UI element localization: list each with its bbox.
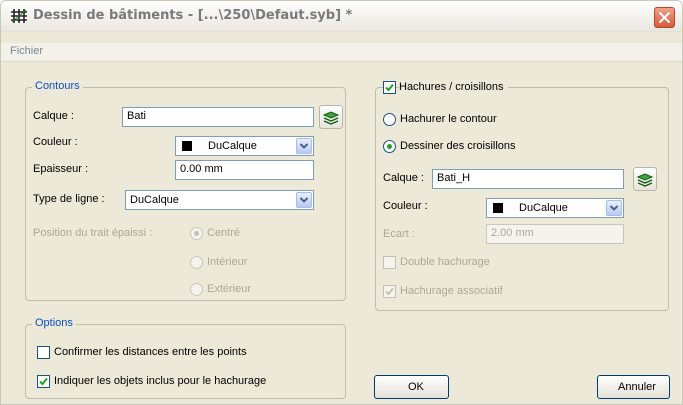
position-centre-label: Centré bbox=[207, 227, 241, 239]
hachurage-associatif-label: Hachurage associatif bbox=[400, 285, 503, 297]
indiquer-objets-checkbox[interactable] bbox=[37, 375, 50, 388]
menu-bar: Fichier bbox=[1, 43, 682, 62]
radio-dot-icon bbox=[194, 231, 199, 236]
hachures-couleur-value: DuCalque bbox=[519, 202, 568, 214]
contours-type-ligne-value: DuCalque bbox=[130, 194, 179, 206]
ok-button-label: OK bbox=[408, 381, 424, 393]
contours-calque-layer-button[interactable] bbox=[319, 105, 343, 129]
dessiner-croisillons-radio[interactable] bbox=[383, 140, 396, 153]
hachures-enable-checkbox[interactable] bbox=[383, 81, 396, 94]
confirmer-distances-checkbox[interactable] bbox=[37, 346, 50, 359]
contours-couleur-select[interactable]: DuCalque bbox=[175, 136, 314, 156]
chevron-down-icon[interactable] bbox=[296, 192, 312, 208]
hachures-calque-input[interactable]: Bati_H bbox=[432, 169, 624, 189]
position-exterieur-label: Extérieur bbox=[207, 283, 252, 295]
options-legend: Options bbox=[32, 317, 76, 329]
double-hachurage-checkbox[interactable] bbox=[383, 256, 396, 269]
contours-epaisseur-input[interactable]: 0.00 mm bbox=[175, 160, 314, 180]
cancel-button[interactable]: Annuler bbox=[597, 375, 670, 399]
dessiner-croisillons-label: Dessiner des croisillons bbox=[400, 140, 516, 152]
checkmark-icon bbox=[385, 287, 394, 296]
color-swatch-icon bbox=[182, 141, 192, 151]
contours-calque-label: Calque : bbox=[33, 110, 74, 122]
position-exterieur-radio[interactable] bbox=[190, 283, 203, 296]
position-interieur-radio[interactable] bbox=[190, 256, 203, 269]
window-title: Dessin de bâtiments - [...\250\Defaut.sy… bbox=[33, 8, 353, 23]
hachures-couleur-label: Couleur : bbox=[383, 200, 428, 212]
layer-stack-icon bbox=[636, 173, 654, 187]
double-hachurage-label: Double hachurage bbox=[400, 256, 490, 268]
contours-legend: Contours bbox=[32, 80, 83, 92]
building-hatch-icon bbox=[11, 9, 27, 23]
ok-button[interactable]: OK bbox=[374, 375, 449, 399]
hachures-legend: Hachures / croisillons bbox=[399, 81, 508, 93]
contours-epaisseur-label: Epaisseur : bbox=[33, 163, 89, 175]
options-group: Options bbox=[25, 317, 346, 399]
radio-dot-icon bbox=[387, 144, 392, 149]
checkmark-icon bbox=[39, 377, 48, 386]
title-bar[interactable]: Dessin de bâtiments - [...\250\Defaut.sy… bbox=[1, 1, 682, 32]
contours-couleur-value: DuCalque bbox=[208, 140, 257, 152]
hachures-couleur-select[interactable]: DuCalque bbox=[486, 198, 624, 218]
checkmark-icon bbox=[385, 83, 394, 92]
close-button[interactable] bbox=[654, 7, 675, 28]
menu-fichier[interactable]: Fichier bbox=[10, 45, 43, 57]
contours-couleur-label: Couleur : bbox=[33, 136, 78, 148]
contours-type-ligne-label: Type de ligne : bbox=[33, 193, 105, 205]
color-swatch-icon bbox=[493, 203, 503, 213]
close-icon bbox=[659, 12, 670, 23]
confirmer-distances-label: Confirmer les distances entre les points bbox=[54, 346, 247, 358]
contours-type-ligne-select[interactable]: DuCalque bbox=[125, 190, 314, 210]
position-interieur-label: Intérieur bbox=[207, 256, 248, 268]
hachurer-contour-label: Hachurer le contour bbox=[400, 113, 497, 125]
hachures-ecart-input[interactable]: 2.00 mm bbox=[486, 224, 624, 244]
hachurage-associatif-checkbox[interactable] bbox=[383, 285, 396, 298]
position-centre-radio[interactable] bbox=[190, 227, 203, 240]
hachures-ecart-label: Ecart : bbox=[383, 228, 415, 240]
position-trait-label: Position du trait épaissi : bbox=[33, 227, 153, 239]
hachures-calque-layer-button[interactable] bbox=[633, 167, 657, 191]
chevron-down-icon[interactable] bbox=[606, 200, 622, 216]
layer-stack-icon bbox=[322, 111, 340, 125]
hachures-calque-label: Calque : bbox=[383, 172, 424, 184]
hachurer-contour-radio[interactable] bbox=[383, 113, 396, 126]
dialog-window: Dessin de bâtiments - [...\250\Defaut.sy… bbox=[0, 0, 683, 405]
cancel-button-label: Annuler bbox=[618, 381, 656, 393]
chevron-down-icon[interactable] bbox=[296, 138, 312, 154]
contours-calque-input[interactable]: Bati bbox=[122, 107, 314, 127]
indiquer-objets-label: Indiquer les objets inclus pour le hachu… bbox=[54, 375, 267, 387]
